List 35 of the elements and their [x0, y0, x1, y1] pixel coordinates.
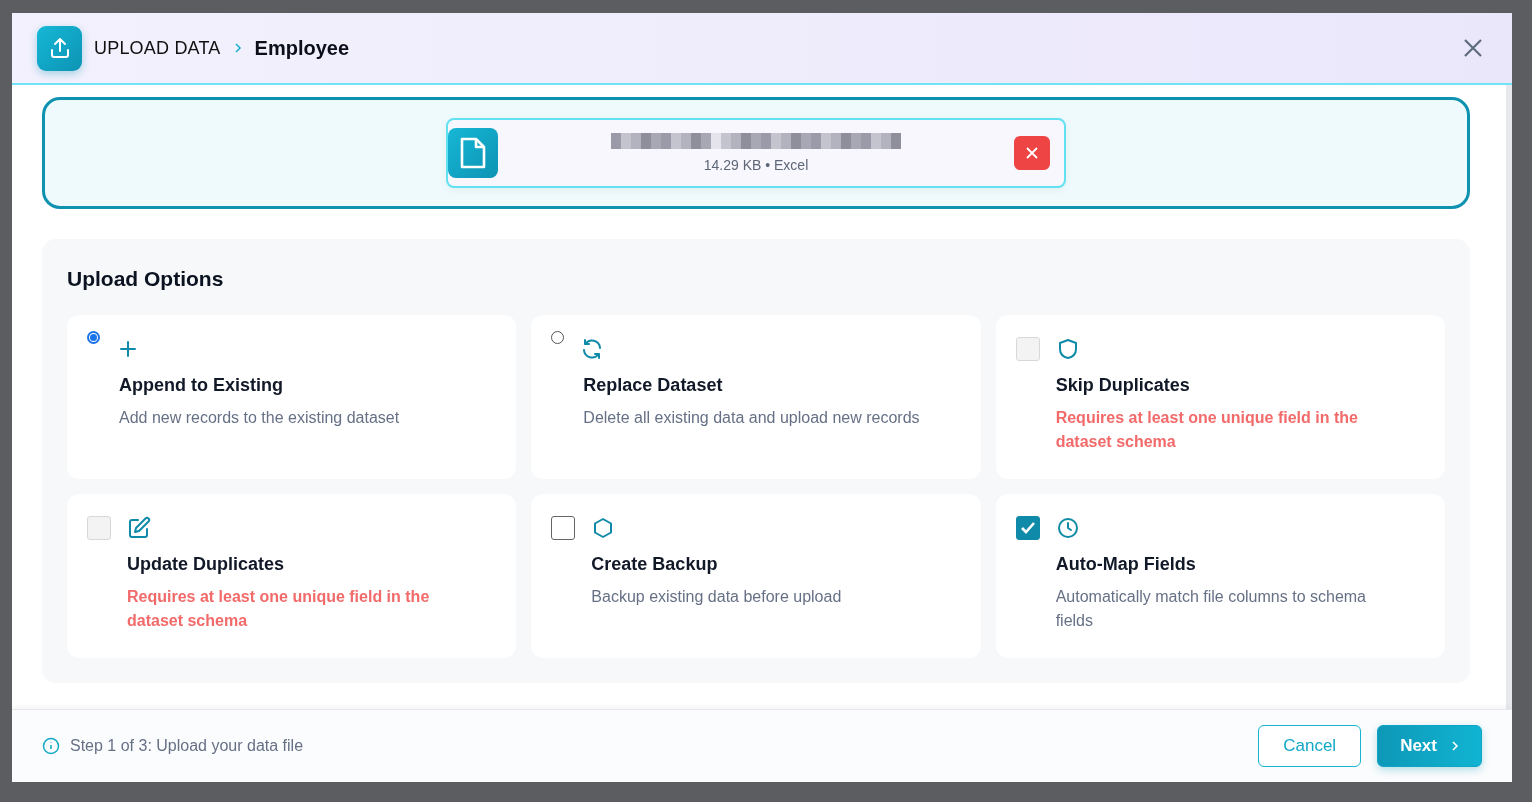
close-icon	[1026, 147, 1038, 159]
checkbox[interactable]	[551, 516, 576, 540]
check-icon	[1019, 521, 1036, 535]
edit-icon	[127, 516, 151, 540]
option-card[interactable]: Auto-Map Fields Automatically match file columns to schema fields	[995, 494, 1445, 658]
close-icon	[1462, 37, 1484, 59]
checkbox[interactable]	[1015, 516, 1040, 540]
warning-text: Requires at least one unique field in the dataset schema	[1055, 408, 1359, 452]
breadcrumb-link[interactable]: UPLOAD DATA	[94, 37, 221, 59]
section-title: Upload Options	[67, 267, 225, 291]
remove-file-button[interactable]	[1014, 136, 1050, 170]
radio-button[interactable]	[87, 331, 100, 344]
dialog-title: Employee	[254, 36, 350, 60]
option-description: Add new records to the existing dataset	[119, 408, 401, 428]
chevron-icon	[232, 42, 243, 54]
option-title: Update Duplicates	[127, 554, 286, 575]
option-title: Replace Dataset	[583, 375, 724, 396]
option-card[interactable]: Create Backup Backup existing data before upload	[531, 494, 981, 658]
step-text: Step 1 of 3: Upload your data file	[70, 737, 304, 755]
option-card[interactable]: Replace Dataset Delete all existing data and upload new records	[531, 315, 981, 479]
option-description: Automatically match file columns to schema fields	[1055, 587, 1367, 631]
upload-icon	[37, 25, 82, 71]
option-card[interactable]: Append to Existing Add new records to the existing dataset	[67, 315, 517, 479]
clock-icon	[1055, 516, 1080, 540]
radio-button[interactable]	[551, 331, 565, 344]
option-title: Auto-Map Fields	[1055, 554, 1197, 575]
warning-text: Requires at least one unique field in the dataset schema	[127, 587, 431, 631]
chevron-icon	[1451, 740, 1459, 752]
option-description: Delete all existing data and upload new records	[583, 408, 921, 428]
option-title: Create Backup	[591, 554, 719, 575]
option-title: Append to Existing	[119, 375, 284, 396]
info-icon	[42, 737, 60, 755]
option-description: Backup existing data before upload	[591, 587, 843, 607]
file-meta: 14.29 KB • Excel	[703, 157, 809, 173]
option-title: Skip Duplicates	[1055, 375, 1191, 396]
